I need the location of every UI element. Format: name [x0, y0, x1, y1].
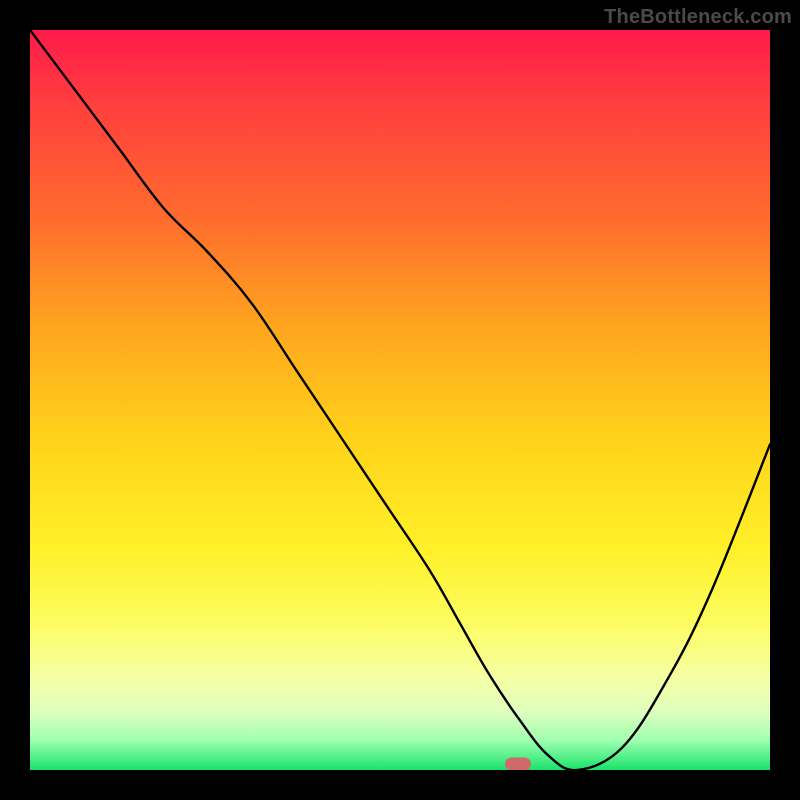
bottleneck-curve	[30, 30, 770, 770]
chart-frame: TheBottleneck.com	[0, 0, 800, 800]
optimal-point-marker	[505, 758, 531, 770]
plot-area	[30, 30, 770, 770]
watermark-text: TheBottleneck.com	[604, 6, 792, 29]
